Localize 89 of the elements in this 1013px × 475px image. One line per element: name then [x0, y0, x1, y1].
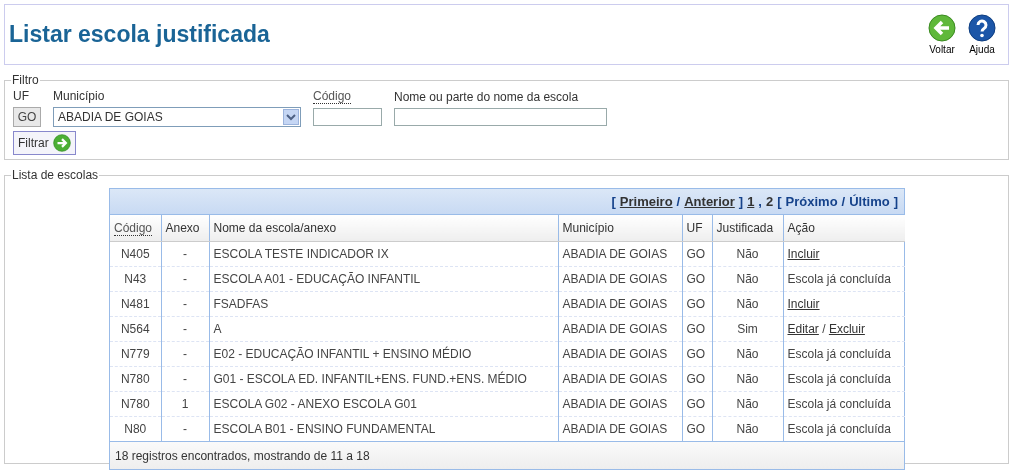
pager-text: [: [777, 194, 782, 209]
column-header: Anexo: [161, 215, 209, 241]
codigo-label: Código: [313, 89, 352, 104]
codigo-cell: N405: [110, 241, 161, 266]
nome-cell: G01 - ESCOLA ED. INFANTIL+ENS. FUND.+ENS. MÉDIO: [209, 366, 558, 391]
municipio-cell: ABADIA DE GOIAS: [558, 266, 682, 291]
pager-link[interactable]: 1: [747, 194, 755, 209]
municipio-cell: ABADIA DE GOIAS: [558, 366, 682, 391]
pager-text: Próximo: [785, 194, 838, 209]
anexo-cell: 1: [161, 391, 209, 416]
column-header: UF: [682, 215, 712, 241]
anexo-cell: -: [161, 241, 209, 266]
municipio-cell: ABADIA DE GOIAS: [558, 316, 682, 341]
help-button[interactable]: Ajuda: [968, 14, 996, 55]
anexo-cell: -: [161, 316, 209, 341]
column-header: Código: [110, 215, 161, 241]
justificada-cell: Sim: [712, 316, 783, 341]
filter-button[interactable]: Filtrar: [13, 131, 76, 155]
codigo-cell: N43: [110, 266, 161, 291]
pager-link[interactable]: Anterior: [684, 194, 735, 209]
codigo-cell: N481: [110, 291, 161, 316]
pager-text: [: [611, 194, 616, 209]
list-legend: Lista de escolas: [11, 168, 100, 182]
nome-cell: FSADFAS: [209, 291, 558, 316]
action-link[interactable]: Editar: [787, 321, 819, 336]
action-link[interactable]: Incluir: [787, 246, 820, 261]
municipio-select[interactable]: ABADIA DE GOIAS: [53, 107, 301, 127]
anexo-cell: -: [161, 291, 209, 316]
codigo-cell: N780: [110, 391, 161, 416]
filter-legend: Filtro: [11, 73, 40, 87]
action-text: Escola já concluída: [787, 396, 891, 411]
action-text: /: [821, 321, 827, 336]
pager-text: ]: [893, 194, 898, 209]
pager-text: ]: [738, 194, 744, 209]
pager-text: ,: [758, 194, 762, 209]
codigo-cell: N780: [110, 366, 161, 391]
uf-cell: GO: [682, 291, 712, 316]
uf-field[interactable]: GO: [13, 107, 41, 127]
uf-cell: GO: [682, 241, 712, 266]
codigo-field[interactable]: [313, 108, 382, 126]
uf-cell: GO: [682, 341, 712, 366]
nome-field[interactable]: [394, 108, 607, 126]
anexo-cell: -: [161, 341, 209, 366]
municipio-cell: ABADIA DE GOIAS: [558, 291, 682, 316]
action-link[interactable]: Incluir: [787, 296, 820, 311]
column-header: Ação: [783, 215, 905, 241]
nome-cell: ESCOLA G02 - ANEXO ESCOLA G01: [209, 391, 558, 416]
pager-text: /: [841, 194, 846, 209]
pager-text: /: [676, 194, 681, 209]
back-button[interactable]: Voltar: [928, 14, 956, 55]
nome-cell: ESCOLA TESTE INDICADOR IX: [209, 241, 558, 266]
uf-cell: GO: [682, 266, 712, 291]
justificada-cell: Não: [712, 266, 783, 291]
action-link[interactable]: Excluir: [828, 321, 865, 336]
nome-label: Nome ou parte do nome da escola: [394, 90, 580, 104]
municipio-cell: ABADIA DE GOIAS: [558, 341, 682, 366]
justificada-cell: Não: [712, 291, 783, 316]
nome-cell: E02 - EDUCAÇÃO INFANTIL + ENSINO MÉDIO: [209, 341, 558, 366]
municipio-cell: ABADIA DE GOIAS: [558, 241, 682, 266]
column-header: Município: [558, 215, 682, 241]
page-title: Listar escola justificada: [9, 21, 270, 48]
justificada-cell: Não: [712, 241, 783, 266]
column-header: Nome da escola/anexo: [209, 215, 558, 241]
codigo-cell: N779: [110, 341, 161, 366]
pager-text: Último: [849, 194, 890, 209]
pager-link[interactable]: Primeiro: [619, 194, 673, 209]
justificada-cell: Não: [712, 341, 783, 366]
justificada-cell: Não: [712, 366, 783, 391]
municipio-cell: ABADIA DE GOIAS: [558, 391, 682, 416]
action-text: Escola já concluída: [787, 346, 891, 361]
uf-cell: GO: [682, 391, 712, 416]
column-header: Justificada: [712, 215, 783, 241]
municipio-label: Município: [53, 89, 106, 103]
arrow-right-icon: [52, 134, 71, 152]
nome-cell: A: [209, 316, 558, 341]
anexo-cell: -: [161, 266, 209, 291]
action-text: Escola já concluída: [787, 421, 891, 436]
uf-cell: GO: [682, 316, 712, 341]
help-icon: [968, 14, 996, 42]
anexo-cell: -: [161, 366, 209, 391]
justificada-cell: Não: [712, 391, 783, 416]
current-page: 2: [766, 194, 774, 209]
action-text: Escola já concluída: [787, 271, 891, 286]
action-text: Escola já concluída: [787, 371, 891, 386]
uf-label: UF: [13, 89, 30, 103]
codigo-cell: N564: [110, 316, 161, 341]
uf-cell: GO: [682, 366, 712, 391]
nome-cell: ESCOLA A01 - EDUCAÇÃO INFANTIL: [209, 266, 558, 291]
table-footer: 18 registros encontrados, mostrando de 11 a 18: [110, 441, 904, 469]
